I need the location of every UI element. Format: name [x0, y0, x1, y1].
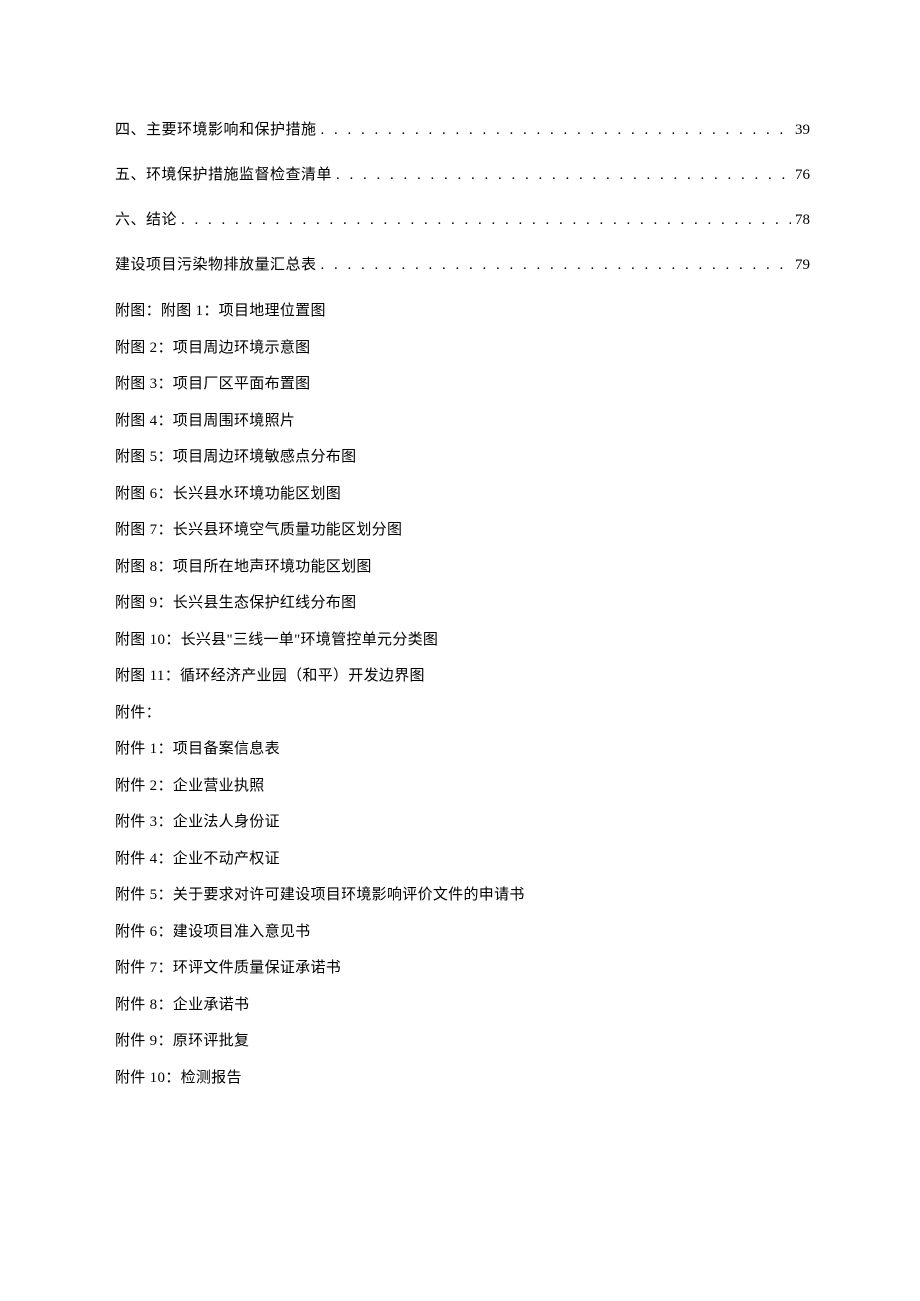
- attachment-item: 附件 10：检测报告: [115, 1067, 810, 1090]
- toc-entry: 五、环境保护措施监督检查清单 . . . . . . . . . . . . .…: [115, 165, 810, 186]
- attachment-prefix: 附件: [115, 887, 150, 903]
- toc-leader-dots: . . . . . . . . . . . . . . . . . . . . …: [321, 255, 791, 276]
- attachment-label: ：建设项目准入意见书: [157, 924, 310, 940]
- toc-leader-dots: . . . . . . . . . . . . . . . . . . . . …: [321, 120, 791, 141]
- figure-item: 附图 8：项目所在地声环境功能区划图: [115, 556, 810, 579]
- figure-label: ：长兴县"三线一单"环境管控单元分类图: [165, 632, 438, 648]
- figure-item: 附图 3：项目厂区平面布置图: [115, 373, 810, 396]
- figure-prefix: 附图: [115, 376, 150, 392]
- attachment-item: 附件 7：环评文件质量保证承诺书: [115, 957, 810, 980]
- figure-item: 附图 10：长兴县"三线一单"环境管控单元分类图: [115, 629, 810, 652]
- toc-entry: 六、结论 . . . . . . . . . . . . . . . . . .…: [115, 210, 810, 231]
- attachment-prefix: 附件: [115, 1070, 150, 1086]
- attachment-item: 附件 8：企业承诺书: [115, 994, 810, 1017]
- attachment-item: 附件 4：企业不动产权证: [115, 848, 810, 871]
- figure-label: ：项目周围环境照片: [157, 413, 295, 429]
- attachment-label: ：环评文件质量保证承诺书: [157, 960, 341, 976]
- toc-title: 四、主要环境影响和保护措施: [115, 120, 317, 141]
- figure-item: 附图 9：长兴县生态保护红线分布图: [115, 592, 810, 615]
- figure-prefix: 附图: [115, 486, 150, 502]
- figure-label: ：长兴县水环境功能区划图: [157, 486, 341, 502]
- attachment-label: ：关于要求对许可建设项目环境影响评价文件的申请书: [157, 887, 524, 903]
- figure-label: ：项目周边环境敏感点分布图: [157, 449, 356, 465]
- figures-section: 附图：附图 1：项目地理位置图 附图 2：项目周边环境示意图 附图 3：项目厂区…: [115, 300, 810, 688]
- attachment-label: ：企业法人身份证: [157, 814, 279, 830]
- attachment-prefix: 附件: [115, 1033, 150, 1049]
- figure-prefix: 附图: [115, 522, 150, 538]
- attachment-label: ：企业不动产权证: [157, 851, 279, 867]
- figure-prefix: 附图: [115, 595, 150, 611]
- attachment-label: ：企业承诺书: [157, 997, 249, 1013]
- figure-prefix: 附图: [115, 340, 150, 356]
- toc-section: 四、主要环境影响和保护措施 . . . . . . . . . . . . . …: [115, 120, 810, 276]
- toc-page-number: 39: [795, 120, 810, 141]
- figure-prefix: 附图: [115, 632, 150, 648]
- figure-label: ：长兴县环境空气质量功能区划分图: [157, 522, 402, 538]
- figure-label: ：项目所在地声环境功能区划图: [157, 559, 371, 575]
- attachment-item: 附件 9：原环评批复: [115, 1030, 810, 1053]
- attachment-number: 10: [150, 1070, 166, 1086]
- figures-heading-line: 附图：附图 1：项目地理位置图: [115, 300, 810, 323]
- toc-title: 五、环境保护措施监督检查清单: [115, 165, 332, 186]
- attachment-prefix: 附件: [115, 924, 150, 940]
- toc-leader-dots: . . . . . . . . . . . . . . . . . . . . …: [181, 210, 791, 231]
- figure-prefix: 附图: [115, 559, 150, 575]
- attachment-prefix: 附件: [115, 997, 150, 1013]
- figure-label: ：循环经济产业园（和平）开发边界图: [165, 668, 425, 684]
- toc-title: 六、结论: [115, 210, 177, 231]
- attachment-item: 附件 2：企业营业执照: [115, 775, 810, 798]
- attachments-section: 附件： 附件 1：项目备案信息表 附件 2：企业营业执照 附件 3：企业法人身份…: [115, 702, 810, 1090]
- attachment-item: 附件 3：企业法人身份证: [115, 811, 810, 834]
- toc-page-number: 79: [795, 255, 810, 276]
- attachment-label: ：原环评批复: [157, 1033, 249, 1049]
- attachment-label: ：项目备案信息表: [157, 741, 279, 757]
- attachments-heading: 附件：: [115, 702, 810, 725]
- figure-prefix: 附图: [115, 668, 150, 684]
- figure-item: 附图 2：项目周边环境示意图: [115, 337, 810, 360]
- figure-item: 附图 7：长兴县环境空气质量功能区划分图: [115, 519, 810, 542]
- toc-title: 建设项目污染物排放量汇总表: [115, 255, 317, 276]
- figure-number: 10: [150, 632, 166, 648]
- attachment-prefix: 附件: [115, 851, 150, 867]
- toc-page-number: 78: [795, 210, 810, 231]
- attachment-prefix: 附件: [115, 741, 150, 757]
- attachment-label: ：检测报告: [165, 1070, 242, 1086]
- figure-label: ：项目厂区平面布置图: [157, 376, 310, 392]
- attachment-item: 附件 6：建设项目准入意见书: [115, 921, 810, 944]
- attachment-item: 附件 5：关于要求对许可建设项目环境影响评价文件的申请书: [115, 884, 810, 907]
- toc-leader-dots: . . . . . . . . . . . . . . . . . . . . …: [336, 165, 791, 186]
- figure-item: 附图 6：长兴县水环境功能区划图: [115, 483, 810, 506]
- figure-item: 附图 5：项目周边环境敏感点分布图: [115, 446, 810, 469]
- figure-prefix: 附图: [115, 449, 150, 465]
- attachment-prefix: 附件: [115, 960, 150, 976]
- attachment-label: ：企业营业执照: [157, 778, 264, 794]
- figure-item: 附图 4：项目周围环境照片: [115, 410, 810, 433]
- figure-prefix: 附图: [115, 413, 150, 429]
- attachment-item: 附件 1：项目备案信息表: [115, 738, 810, 761]
- figure-number: 11: [150, 668, 165, 684]
- toc-entry: 四、主要环境影响和保护措施 . . . . . . . . . . . . . …: [115, 120, 810, 141]
- figure-label: ：长兴县生态保护红线分布图: [157, 595, 356, 611]
- attachment-prefix: 附件: [115, 814, 150, 830]
- figure-item: 附图 11：循环经济产业园（和平）开发边界图: [115, 665, 810, 688]
- attachment-prefix: 附件: [115, 778, 150, 794]
- toc-page-number: 76: [795, 165, 810, 186]
- toc-entry: 建设项目污染物排放量汇总表 . . . . . . . . . . . . . …: [115, 255, 810, 276]
- figure-label: ：项目周边环境示意图: [157, 340, 310, 356]
